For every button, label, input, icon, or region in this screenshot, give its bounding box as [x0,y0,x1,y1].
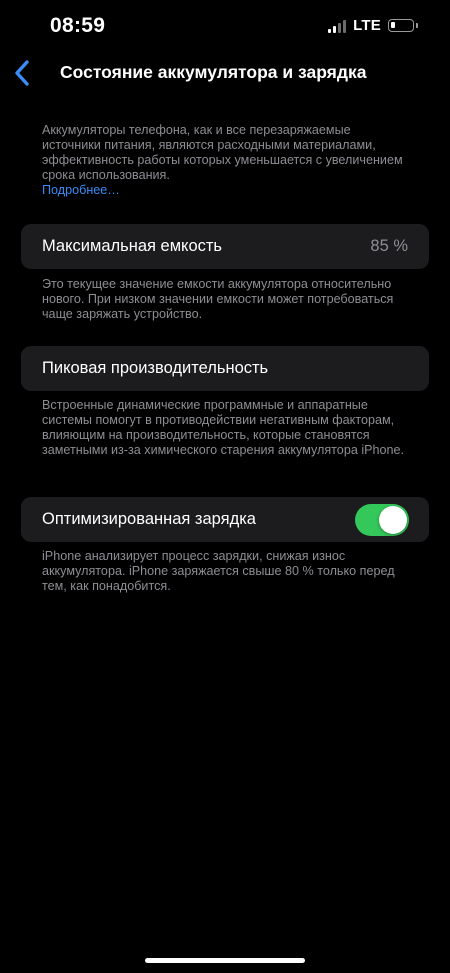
optimized-charging-label: Оптимизированная зарядка [42,510,256,528]
peak-performance-label: Пиковая производительность [42,359,269,377]
battery-cap [416,23,418,28]
battery-icon [388,19,414,32]
home-indicator[interactable] [145,958,305,963]
max-capacity-footnote: Это текущее значение емкости аккумулятор… [42,277,394,321]
intro-text: Аккумуляторы телефона, как и все перезар… [42,123,403,182]
cellular-signal-icon [328,19,347,33]
optimized-charging-toggle[interactable] [355,503,409,536]
page-title: Состояние аккумулятора и зарядка [60,62,367,82]
toggle-knob [379,505,407,534]
max-capacity-label: Максимальная емкость [42,237,223,255]
status-time: 08:59 [50,14,106,37]
network-type: LTE [353,17,381,34]
peak-performance-footnote: Встроенные динамические программные и ап… [42,398,405,457]
status-bar: 08:59 LTE [0,0,450,52]
learn-more-link[interactable]: Подробнее… [42,183,120,197]
screen: 08:59 LTE Состояние аккумулятора и заряд… [0,0,450,973]
battery-level [391,22,395,28]
chevron-left-icon [15,60,29,86]
back-button[interactable] [10,58,36,88]
max-capacity-value: 85 % [370,237,408,255]
optimized-charging-row: Оптимизированная зарядка [21,497,429,542]
navigation-bar: Состояние аккумулятора и зарядка [0,52,450,96]
intro-text-block: Аккумуляторы телефона, как и все перезар… [42,123,412,198]
status-indicators: LTE [328,17,418,34]
optimized-charging-footnote: iPhone анализирует процесс зарядки, сниж… [42,549,395,593]
peak-performance-row: Пиковая производительность [21,346,429,391]
max-capacity-row: Максимальная емкость 85 % [21,224,429,269]
